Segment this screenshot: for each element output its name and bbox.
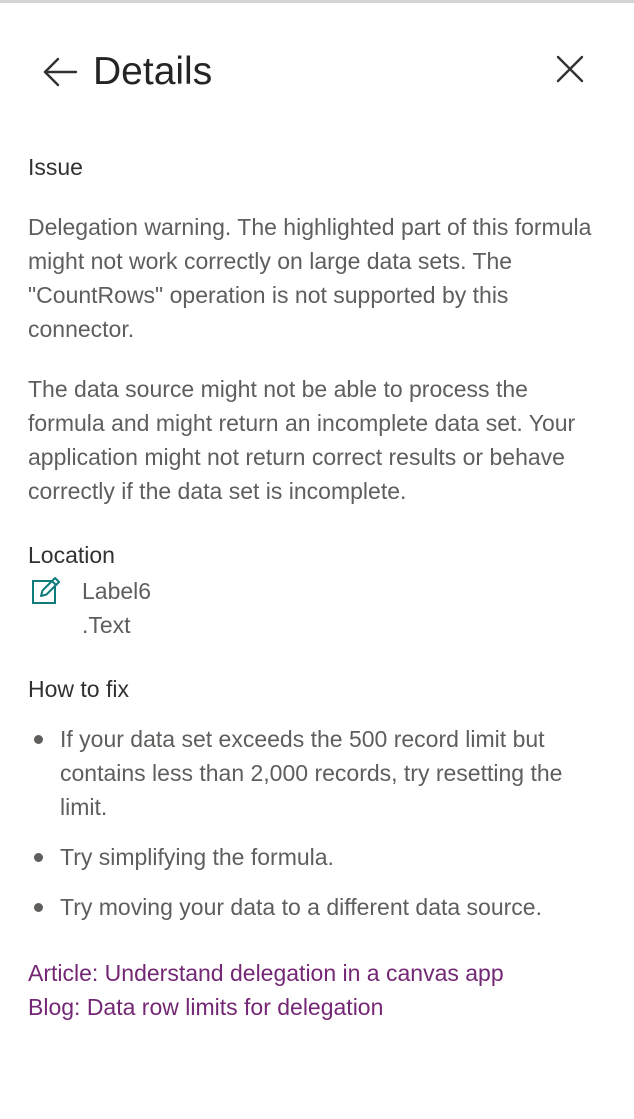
location-property: .Text [82, 612, 131, 638]
edit-icon [32, 577, 60, 604]
issue-paragraph-1: Delegation warning. The highlighted part… [28, 214, 592, 342]
bullet-icon [34, 903, 43, 912]
bullet-icon [34, 735, 43, 744]
back-button[interactable] [38, 50, 82, 94]
fix-item-text: Try simplifying the formula. [60, 844, 334, 870]
location-control: Label6 [82, 578, 152, 604]
fix-item: Try simplifying the formula. [28, 840, 608, 874]
location-heading: Location [28, 542, 115, 568]
issue-paragraph-2: The data source might not be able to pro… [28, 376, 576, 504]
links-section: Article: Understand delegation in a canv… [28, 956, 608, 1024]
article-link[interactable]: Article: Understand delegation in a canv… [28, 956, 608, 990]
how-to-fix-heading: How to fix [28, 676, 129, 702]
close-icon [556, 55, 584, 83]
fix-item-text: If your data set exceeds the 500 record … [60, 726, 563, 820]
fix-item: If your data set exceeds the 500 record … [28, 722, 608, 824]
location-text: Label6 .Text [82, 574, 151, 642]
fix-item-text: Try moving your data to a different data… [60, 894, 542, 920]
issue-heading: Issue [28, 154, 83, 180]
location-row[interactable]: Label6 .Text [28, 574, 608, 642]
panel-header: Details [0, 40, 634, 104]
bullet-icon [34, 853, 43, 862]
top-border [0, 0, 634, 3]
details-content: Issue Delegation warning. The highlighte… [28, 150, 608, 1024]
blog-link[interactable]: Blog: Data row limits for delegation [28, 990, 608, 1024]
fix-item: Try moving your data to a different data… [28, 890, 608, 924]
how-to-fix-list: If your data set exceeds the 500 record … [28, 722, 608, 924]
panel-title: Details [93, 50, 213, 93]
close-button[interactable] [548, 47, 592, 91]
back-arrow-icon [43, 57, 78, 87]
